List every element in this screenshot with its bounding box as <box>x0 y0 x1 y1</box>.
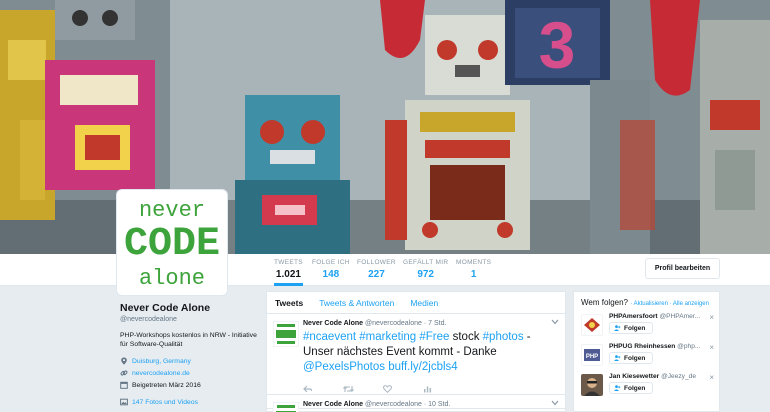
tweet-entity-link[interactable]: #marketing <box>359 331 416 343</box>
never-code-alone-logo: never CODE alone <box>124 198 220 291</box>
dismiss-icon[interactable]: × <box>709 373 714 382</box>
follow-person-icon <box>614 325 621 331</box>
tweet-avatar[interactable] <box>273 321 299 347</box>
profile-handle[interactable]: @nevercodealone <box>120 316 260 323</box>
svg-text:PHP: PHP <box>586 354 598 360</box>
profile-photos[interactable]: 147 Fotos und Videos <box>120 398 260 406</box>
tweet-entity-link[interactable]: @PexelsPhotos <box>303 361 385 373</box>
stat-label: FOLGE ICH <box>312 259 350 266</box>
chevron-down-icon[interactable] <box>551 319 559 325</box>
timeline-tabs: Tweets Tweets & Antworten Medien <box>267 292 565 314</box>
heart-icon[interactable] <box>383 385 392 394</box>
photo-icon <box>120 398 128 406</box>
analytics-icon[interactable] <box>423 385 432 393</box>
reply-icon[interactable] <box>303 385 313 393</box>
location-pin-icon <box>121 357 127 365</box>
who-to-follow-links[interactable]: · Aktualisieren · Alle anzeigen <box>630 301 709 307</box>
stat-followers[interactable]: FOLLOWER 227 <box>357 259 396 280</box>
stat-value: 972 <box>417 269 434 280</box>
tweet-timeline: Tweets Tweets & Antworten Medien Never C… <box>266 291 566 412</box>
tab-media[interactable]: Medien <box>410 298 438 308</box>
who-to-follow-header: Wem folgen? · Aktualisieren · Alle anzei… <box>581 298 712 309</box>
tweet-header: Never Code Alone @nevercodealone · 7 Std… <box>303 320 557 327</box>
profile-name[interactable]: Never Code Alone <box>120 302 260 314</box>
stat-tweets[interactable]: TWEETS 1.021 <box>274 259 303 286</box>
joined-text: Beigetreten März 2016 <box>132 381 201 389</box>
tweet-meta[interactable]: @nevercodealone · 10 Std. <box>365 401 450 408</box>
stat-label: MOMENTS <box>456 259 492 266</box>
suggestion-avatar[interactable] <box>581 374 603 396</box>
calendar-icon <box>120 381 128 389</box>
dismiss-icon[interactable]: × <box>709 343 714 352</box>
logo-line-alone: alone <box>139 266 205 291</box>
stat-value: 1.021 <box>275 269 301 280</box>
stat-value: 227 <box>368 269 385 280</box>
tweet-text: #ncaevent #marketing #Free stock #photos… <box>303 330 557 375</box>
follow-button[interactable]: Folgen <box>609 352 653 364</box>
stat-label: TWEETS <box>274 259 303 266</box>
suggestion-item: Jan Kiesewetter @Jeezy_de × Folgen <box>581 373 714 399</box>
tweet-author[interactable]: Never Code Alone <box>303 401 363 408</box>
stat-value: 148 <box>322 269 340 280</box>
tweet-text-fragment: stock <box>449 331 483 343</box>
logo-line-never: never <box>139 198 205 223</box>
link-icon <box>120 370 128 376</box>
profile-location: Duisburg, Germany <box>120 357 260 365</box>
retweet-icon[interactable] <box>343 385 354 393</box>
tweet-entity-link[interactable]: #photos <box>483 331 524 343</box>
stat-moments[interactable]: MOMENTS 1 <box>456 259 491 280</box>
avatar[interactable]: never CODE alone <box>117 190 227 295</box>
dismiss-icon[interactable]: × <box>709 313 714 322</box>
website-link[interactable]: nevercodealone.de <box>132 370 190 377</box>
edit-profile-button[interactable]: Profil bearbeiten <box>645 258 720 279</box>
suggestion-name[interactable]: PHPUG Rheinhessen @php... <box>609 343 709 350</box>
suggestion-name[interactable]: PHPAmersfoort @PHPAmer... <box>609 313 709 320</box>
profile-card: Never Code Alone @nevercodealone PHP-Wor… <box>120 302 260 406</box>
tweet-author[interactable]: Never Code Alone <box>303 320 363 327</box>
tweet-avatar[interactable] <box>273 402 299 412</box>
chevron-down-icon[interactable] <box>551 400 559 406</box>
suggestion-avatar[interactable]: PHP <box>581 344 603 366</box>
stat-likes[interactable]: GEFÄLLT MIR 972 <box>403 259 448 280</box>
svg-text:3: 3 <box>539 8 576 82</box>
photos-link[interactable]: 147 Fotos und Videos <box>132 399 198 406</box>
tweet-entity-link[interactable]: #ncaevent <box>303 331 356 343</box>
location-text[interactable]: Duisburg, Germany <box>132 358 191 365</box>
tab-tweets-replies[interactable]: Tweets & Antworten <box>319 298 394 308</box>
profile-website: nevercodealone.de <box>120 369 260 377</box>
stat-label: FOLLOWER <box>357 259 396 266</box>
tweet[interactable]: Never Code Alone @nevercodealone · 7 Std… <box>267 314 565 395</box>
suggestion-item: PHP PHPUG Rheinhessen @php... × Folgen <box>581 343 714 369</box>
stat-following[interactable]: FOLGE ICH 148 <box>312 259 350 280</box>
profile-bio: PHP-Workshops kostenlos in NRW - Initiat… <box>120 332 257 348</box>
header-banner-image: 3 <box>0 0 770 254</box>
tweet[interactable]: Never Code Alone @nevercodealone · 10 St… <box>267 395 565 412</box>
tweet-meta[interactable]: @nevercodealone · 7 Std. <box>365 320 446 327</box>
tweet-entity-link[interactable]: buff.ly/2jcbls4 <box>388 361 457 373</box>
suggestion-item: PHPAmersfoort @PHPAmer... × Folgen <box>581 313 714 339</box>
stat-label: GEFÄLLT MIR <box>403 259 449 266</box>
who-to-follow-title: Wem folgen? <box>581 298 628 307</box>
tweet-entity-link[interactable]: #Free <box>419 331 449 343</box>
stat-value: 1 <box>470 269 477 280</box>
suggestion-avatar[interactable] <box>581 314 603 336</box>
robots-photo: 3 <box>0 0 770 254</box>
suggestion-name[interactable]: Jan Kiesewetter @Jeezy_de <box>609 373 709 380</box>
profile-nav-bar: TWEETS 1.021 FOLGE ICH 148 FOLLOWER 227 … <box>0 254 770 286</box>
profile-joined: Beigetreten März 2016 <box>120 381 260 389</box>
follow-person-icon <box>614 355 621 361</box>
who-to-follow-panel: Wem folgen? · Aktualisieren · Alle anzei… <box>573 291 720 412</box>
follow-button[interactable]: Folgen <box>609 382 653 394</box>
follow-button[interactable]: Folgen <box>609 322 653 334</box>
logo-line-code: CODE <box>124 222 220 267</box>
tab-tweets[interactable]: Tweets <box>275 298 303 308</box>
tweet-header: Never Code Alone @nevercodealone · 10 St… <box>303 401 557 408</box>
follow-person-icon <box>614 385 621 391</box>
